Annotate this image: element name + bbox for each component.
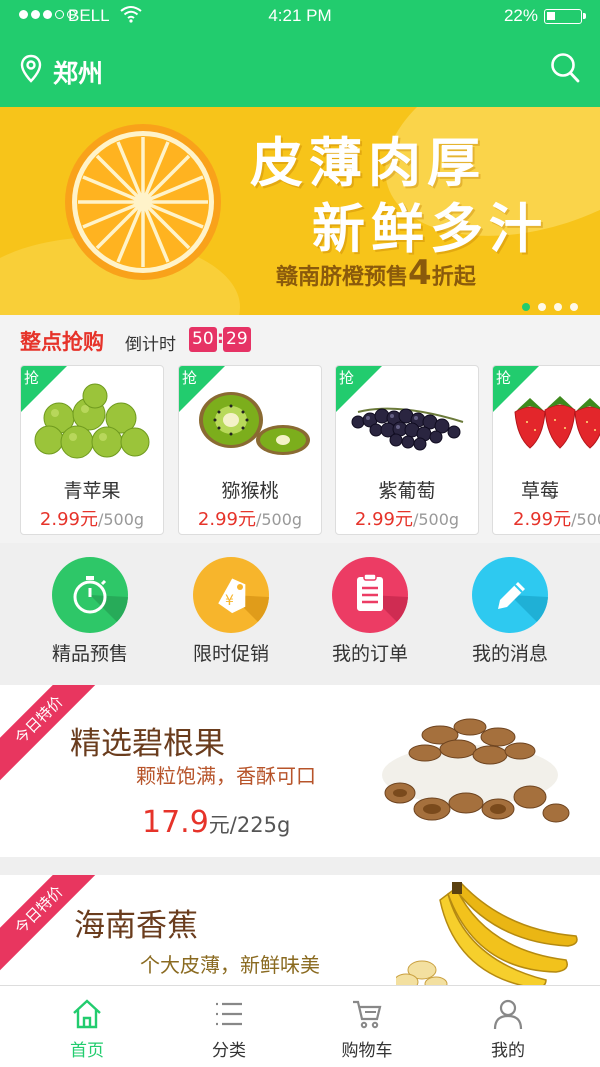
- countdown-minutes: 50: [189, 327, 217, 352]
- menu-label: 我的消息: [471, 643, 548, 665]
- promo-banner[interactable]: 皮薄肉厚 新鲜多汁 赣南脐橙预售4折起: [0, 107, 600, 315]
- banner-headline-2: 新鲜多汁: [312, 198, 548, 260]
- location-pin-icon[interactable]: [19, 54, 43, 84]
- menu-label: 精品预售: [51, 643, 128, 665]
- tab-profile[interactable]: 我的: [433, 986, 583, 1067]
- svg-text:¥: ¥: [225, 593, 234, 609]
- promo-subtitle: 颗粒饱满，香酥可口: [136, 764, 316, 788]
- tab-label: 购物车: [341, 1041, 393, 1061]
- pecan-image: [382, 718, 570, 823]
- flash-sale-section: 整点抢购 倒计时 50 : 29 抢 青苹果 2.99元/500g 抢 猕猴桃 …: [0, 315, 600, 543]
- banner-headline-1: 皮薄肉厚: [250, 132, 486, 194]
- tab-label: 我的: [491, 1041, 525, 1061]
- status-bar: BELL 4:21 PM 22%: [0, 0, 600, 34]
- product-price: 2.99元/500g: [197, 509, 303, 530]
- rush-badge: 抢: [339, 369, 355, 387]
- banana-image: [396, 882, 578, 990]
- search-icon[interactable]: [550, 52, 580, 84]
- product-name: 紫葡萄: [378, 480, 436, 502]
- city-selector[interactable]: 郑州: [53, 54, 103, 90]
- battery-icon: [544, 9, 586, 24]
- flash-sale-title: 整点抢购: [20, 330, 104, 354]
- banner-subtitle: 赣南脐橙预售4折起: [276, 253, 476, 293]
- banner-pager: [522, 303, 578, 311]
- header: BELL 4:21 PM 22% 郑州: [0, 0, 600, 107]
- menu-promotion[interactable]: ¥ 限时促销: [161, 557, 301, 666]
- app-screen: BELL 4:21 PM 22% 郑州 皮薄肉厚 新鲜多汁 赣南脐橙预售4折起 …: [0, 0, 600, 1067]
- promo-card-banana[interactable]: 今日特价 海南香蕉 个大皮薄，新鲜味美: [0, 875, 600, 990]
- product-name: 草莓: [520, 480, 559, 502]
- product-name: 猕猴桃: [221, 480, 279, 502]
- promo-price: 17.9元/225g: [142, 805, 291, 840]
- top-nav: 郑州: [0, 50, 600, 92]
- product-card-grape[interactable]: 抢 紫葡萄 2.99元/500g: [335, 365, 479, 535]
- promo-card-pecan[interactable]: 今日特价 精选碧根果 颗粒饱满，香酥可口 17.9元/225g: [0, 685, 600, 857]
- menu-presale[interactable]: 精品预售: [20, 557, 160, 666]
- product-name: 青苹果: [63, 480, 121, 502]
- promo-title: 海南香蕉: [74, 908, 198, 944]
- menu-label: 我的订单: [331, 643, 408, 665]
- pencil-icon: [472, 557, 548, 633]
- cart-icon: [353, 1000, 382, 1029]
- pager-dot[interactable]: [538, 303, 546, 311]
- tab-cart[interactable]: 购物车: [292, 986, 442, 1067]
- product-card-green-apple[interactable]: 抢 青苹果 2.99元/500g: [20, 365, 164, 535]
- pager-dot[interactable]: [522, 303, 530, 311]
- pager-dot[interactable]: [570, 303, 578, 311]
- clipboard-icon: [332, 557, 408, 633]
- product-price: 2.99元/500g: [354, 509, 460, 530]
- list-icon: [216, 1002, 242, 1026]
- product-card-strawberry[interactable]: 抢 草莓 2.99元/500g: [492, 365, 600, 535]
- stopwatch-icon: [52, 557, 128, 633]
- promo-subtitle: 个大皮薄，新鲜味美: [140, 953, 320, 977]
- tab-label: 首页: [70, 1041, 104, 1061]
- tab-home[interactable]: 首页: [12, 986, 162, 1067]
- rush-badge: 抢: [24, 369, 40, 387]
- price-tag-icon: ¥: [193, 557, 269, 633]
- product-price: 2.99元/500g: [39, 509, 145, 530]
- countdown-label: 倒计时: [125, 335, 176, 355]
- menu-messages[interactable]: 我的消息: [440, 557, 580, 666]
- product-card-kiwi[interactable]: 抢 猕猴桃 2.99元/500g: [178, 365, 322, 535]
- pager-dot[interactable]: [554, 303, 562, 311]
- quick-menu: 精品预售 ¥ 限时促销 我的订单 我的消息: [0, 543, 600, 680]
- user-icon: [493, 999, 523, 1030]
- promo-title: 精选碧根果: [70, 726, 225, 762]
- battery-percent: 22%: [503, 6, 538, 25]
- tab-label: 分类: [212, 1041, 246, 1061]
- rush-badge: 抢: [496, 369, 512, 387]
- home-icon: [73, 999, 101, 1029]
- bottom-tab-bar: 首页 分类 购物车 我的: [0, 985, 600, 1067]
- menu-orders[interactable]: 我的订单: [300, 557, 440, 666]
- orange-image: [65, 124, 221, 280]
- tab-category[interactable]: 分类: [154, 986, 304, 1067]
- product-price: 2.99元/500g: [513, 509, 600, 530]
- menu-label: 限时促销: [192, 643, 269, 665]
- countdown-seconds: 29: [223, 327, 251, 352]
- rush-badge: 抢: [182, 369, 198, 387]
